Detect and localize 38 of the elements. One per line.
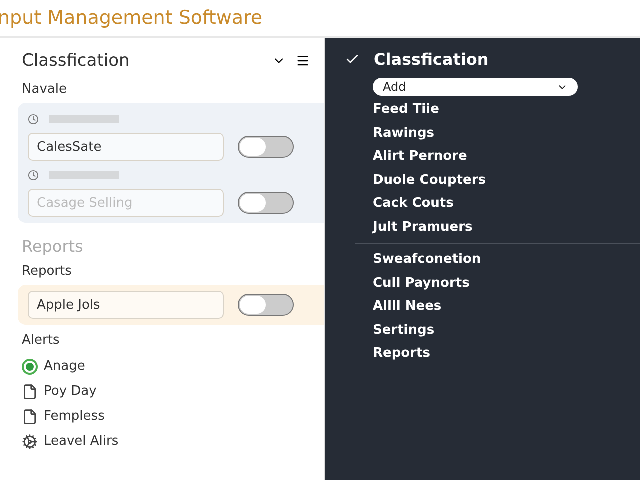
text-field[interactable]: Apple Jols [28,291,224,319]
menu-item[interactable]: Allll Nees [373,295,442,318]
radio-button[interactable] [22,358,38,374]
placeholder-bar [49,171,119,179]
dropdown[interactable]: Add [373,78,578,96]
menu-item[interactable]: Sertings [373,318,435,342]
gear-icon [22,434,38,450]
toggle-switch[interactable] [238,294,294,316]
toggle-switch[interactable] [238,192,294,214]
menu-title: Classfication [374,50,489,68]
placeholder-bar [49,115,119,123]
menu-item[interactable]: Rawings [373,122,435,145]
toggle-switch[interactable] [238,136,294,158]
alert-item[interactable]: Fempless [44,409,105,424]
text-field[interactable]: CalesSate [28,133,224,161]
menu-icon[interactable] [296,54,310,68]
menu-item[interactable]: Sweafconetion [373,248,482,272]
file-icon [22,408,38,424]
clock-icon [28,114,39,124]
menu-item[interactable]: Cack Couts [373,192,454,216]
alert-item[interactable]: Poy Day [44,384,97,399]
file-icon [22,384,38,400]
clock-icon [28,170,39,180]
group-label: Navale [22,82,67,97]
alert-item[interactable]: Leavel Alirs [44,434,119,449]
text-field[interactable]: Casage Selling [28,189,224,217]
group-label: Alerts [22,333,60,348]
section-title: Reports [22,237,84,256]
menu-item[interactable]: Duole Coupters [373,168,486,192]
group-label: Reports [22,264,72,279]
menu-item[interactable]: Cull Paynorts [373,272,470,295]
section-title: Classfication [22,51,130,71]
app-title: nput Management Software [0,7,263,29]
menu-item[interactable]: Alirt Pernore [373,145,468,168]
menu-item[interactable]: Jult Pramuers [373,216,473,239]
menu-item[interactable]: Reports [373,342,430,366]
alert-item[interactable]: Anage [44,359,86,374]
menu-item[interactable]: Feed Tiie [373,98,440,122]
